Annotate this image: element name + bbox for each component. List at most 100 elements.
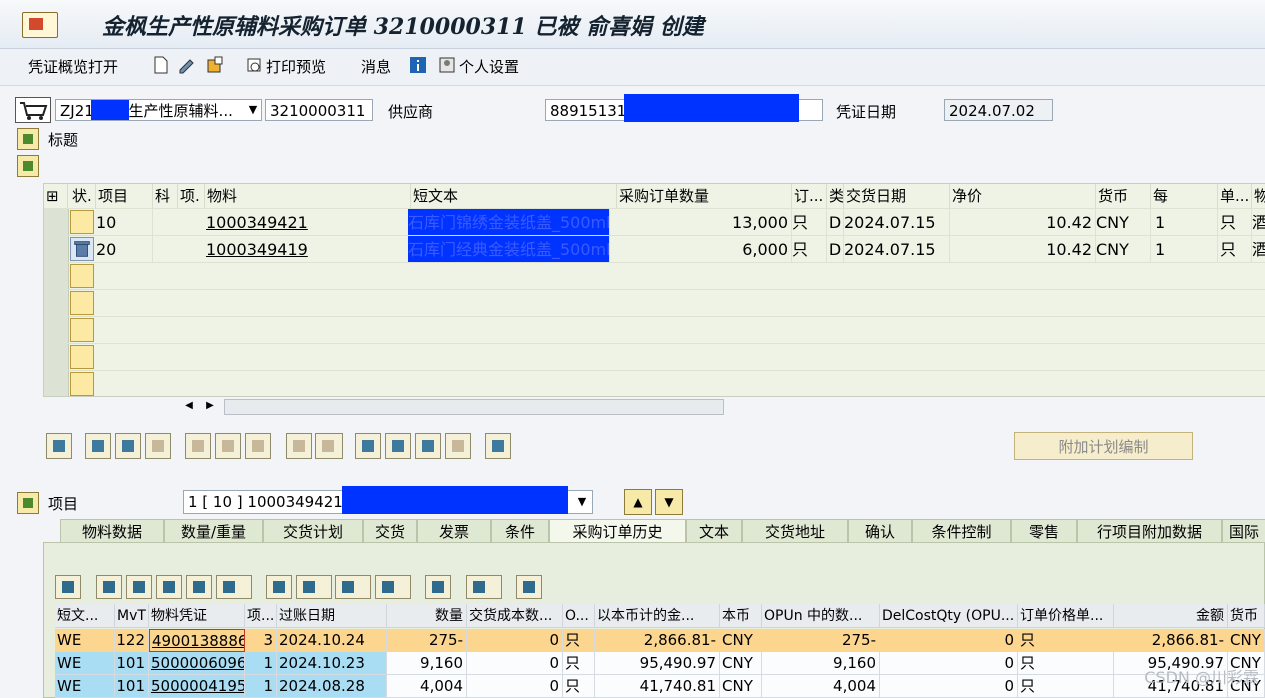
column-header[interactable]: 单... (1218, 184, 1252, 208)
tab-delivery[interactable]: 交货 (363, 519, 417, 543)
tab-texts[interactable]: 文本 (686, 519, 742, 543)
column-header[interactable]: MvT (115, 604, 149, 628)
net-price[interactable]: 10.42 (950, 209, 1096, 236)
previous-item-button[interactable]: ▲ (624, 489, 652, 515)
material-document-link[interactable]: 5000006096 (149, 652, 245, 675)
info-icon[interactable] (409, 56, 427, 74)
column-header[interactable]: 数量 (387, 604, 467, 628)
copy-item-button[interactable] (115, 433, 141, 459)
column-header[interactable]: 短文... (55, 604, 115, 628)
empty-row[interactable] (44, 343, 1265, 371)
document-overview-button[interactable]: 凭证概览打开 (28, 56, 118, 77)
tab-delivery-address[interactable]: 交货地址 (742, 519, 848, 543)
messages-button[interactable]: 消息 (361, 56, 391, 77)
empty-row[interactable] (44, 316, 1265, 344)
column-header[interactable]: 短文本 (411, 184, 617, 208)
filter-button[interactable] (415, 433, 441, 459)
empty-row[interactable] (44, 289, 1265, 317)
column-header[interactable]: 项... (245, 604, 277, 628)
unlock-item-button[interactable] (245, 433, 271, 459)
next-item-button[interactable]: ▼ (655, 489, 683, 515)
layout-button[interactable] (485, 433, 511, 459)
table-row[interactable]: WE 101 5000004195 1 2024.08.28 4,004 0 只… (55, 675, 1265, 698)
delivery-date[interactable]: 2024.07.15 (844, 209, 950, 236)
status-cell[interactable] (70, 210, 94, 234)
tab-invoice[interactable]: 发票 (417, 519, 491, 543)
tab-international[interactable]: 国际 (1222, 519, 1265, 543)
sort-descending-button[interactable] (385, 433, 411, 459)
item-detail-expand-icon[interactable] (17, 492, 39, 514)
trash-icon[interactable] (70, 237, 94, 261)
additional-planning-button[interactable]: 附加计划编制 (1014, 432, 1193, 460)
table-row[interactable]: 10 1000349421 石库门锦绣金装纸盖_500ml 13,000 只 D… (44, 208, 1265, 236)
order-quantity[interactable]: 6,000 (617, 236, 792, 263)
tab-po-history[interactable]: 采购订单历史 (549, 519, 686, 543)
column-header[interactable]: 项目 (96, 184, 153, 208)
add-item-button[interactable] (85, 433, 111, 459)
copy-button[interactable] (286, 433, 312, 459)
header-expand-icon[interactable] (17, 128, 39, 150)
print-button[interactable] (266, 575, 292, 599)
tab-condition-control[interactable]: 条件控制 (912, 519, 1011, 543)
po-number-field[interactable]: 3210000311 (265, 99, 373, 121)
net-price[interactable]: 10.42 (950, 236, 1096, 263)
material-document-link[interactable]: 5000004195 (149, 675, 245, 698)
table-row[interactable]: 20 1000349419 石库门经典金装纸盖_500ml 6,000 只 D … (44, 235, 1265, 263)
sort-ascending-button[interactable] (355, 433, 381, 459)
column-header[interactable]: 订单价格单... (1018, 604, 1114, 628)
tab-delivery-schedule[interactable]: 交货计划 (263, 519, 363, 543)
column-header[interactable]: OPUn 中的数... (762, 604, 880, 628)
layout-button[interactable] (375, 575, 411, 599)
info-button[interactable] (425, 575, 451, 599)
column-header[interactable]: 订... (792, 184, 827, 208)
table-row[interactable]: WE 122 4900138886 3 2024.10.24 275- 0 只 … (55, 629, 1265, 652)
delivery-date[interactable]: 2024.07.15 (844, 236, 950, 263)
refresh-button[interactable] (516, 575, 542, 599)
column-header[interactable]: 金额 (1114, 604, 1228, 628)
tab-material-data[interactable]: 物料数据 (60, 519, 164, 543)
insert-item-button[interactable] (145, 433, 171, 459)
column-header[interactable]: 过账日期 (277, 604, 387, 628)
tab-quantity-weight[interactable]: 数量/重量 (164, 519, 263, 543)
app-menu-icon[interactable] (22, 12, 58, 38)
column-header[interactable]: O... (563, 604, 595, 628)
find-button[interactable] (156, 575, 182, 599)
details-button[interactable] (55, 575, 81, 599)
other-document-icon[interactable] (206, 56, 224, 74)
grid-settings-icon[interactable]: ⊞ (44, 184, 68, 208)
column-header[interactable]: 类 (827, 184, 844, 208)
views-button[interactable] (296, 575, 332, 599)
tab-confirmations[interactable]: 确认 (848, 519, 912, 543)
column-header[interactable]: 货币 (1228, 604, 1265, 628)
items-expand-icon[interactable] (17, 155, 39, 177)
column-header[interactable]: DelCostQty (OPU... (880, 604, 1018, 628)
column-header[interactable]: 每 (1151, 184, 1218, 208)
column-header[interactable]: 状. (70, 184, 96, 208)
row-selector[interactable] (44, 209, 69, 235)
column-header[interactable]: 货币 (1096, 184, 1151, 208)
delete-item-button[interactable] (185, 433, 211, 459)
order-quantity[interactable]: 13,000 (617, 209, 792, 236)
tab-conditions[interactable]: 条件 (491, 519, 549, 543)
sort-ascending-button[interactable] (96, 575, 122, 599)
find-next-button[interactable] (186, 575, 212, 599)
dropdown-arrow-icon[interactable]: ▼ (572, 491, 592, 513)
column-header[interactable]: 交货日期 (844, 184, 950, 208)
sort-descending-button[interactable] (126, 575, 152, 599)
material-link[interactable]: 1000349421 (205, 209, 411, 236)
column-header[interactable]: 净价 (950, 184, 1096, 208)
column-header[interactable]: 物料 (205, 184, 411, 208)
tab-retail[interactable]: 零售 (1011, 519, 1077, 543)
personal-settings-button[interactable]: 个人设置 (459, 56, 519, 77)
paste-button[interactable] (315, 433, 343, 459)
personal-settings-icon[interactable] (438, 56, 456, 74)
document-date-field[interactable]: 2024.07.02 (944, 99, 1053, 121)
display-change-icon[interactable] (178, 56, 196, 74)
empty-row[interactable] (44, 262, 1265, 290)
print-preview-icon[interactable] (246, 56, 264, 74)
details-button[interactable] (46, 433, 72, 459)
column-header[interactable]: 本币 (720, 604, 762, 628)
material-link[interactable]: 1000349419 (205, 236, 411, 263)
scroll-left-icon[interactable]: ◀ (182, 399, 196, 413)
lock-item-button[interactable] (215, 433, 241, 459)
